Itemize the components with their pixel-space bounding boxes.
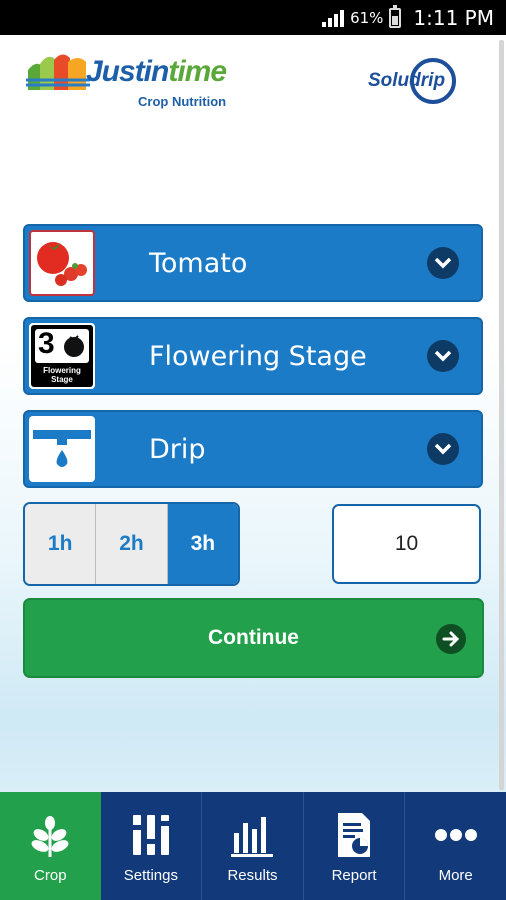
- chevron-down-icon: [427, 433, 459, 465]
- continue-button[interactable]: Continue: [23, 598, 484, 678]
- continue-label: Continue: [208, 626, 299, 649]
- chevron-down-icon: [427, 247, 459, 279]
- crop-label: Tomato: [149, 247, 248, 279]
- bar-chart-icon: [231, 817, 274, 857]
- tab-label: More: [438, 867, 473, 884]
- report-icon: [338, 813, 371, 857]
- duration-segmented-control[interactable]: 1h 2h 3h: [23, 502, 240, 586]
- more-icon: [434, 829, 477, 841]
- irrigation-label: Drip: [149, 433, 206, 465]
- tab-settings[interactable]: Settings: [101, 792, 203, 900]
- stage-label: Flowering Stage: [149, 340, 367, 372]
- tab-results[interactable]: Results: [202, 792, 304, 900]
- duration-option-1h[interactable]: 1h: [25, 504, 97, 584]
- soludrip-logo: Soludrip: [366, 58, 476, 108]
- stage-selector[interactable]: 3 Flowering Stage Flowering Stage: [23, 317, 483, 395]
- soludrip-wordmark: Soludrip: [368, 70, 446, 91]
- arrow-right-icon: [436, 624, 466, 654]
- tab-crop[interactable]: Crop: [0, 792, 101, 900]
- battery-icon: [389, 4, 402, 28]
- logo-subtitle: Crop Nutrition: [138, 94, 227, 109]
- logo-wordmark: Justintime: [86, 55, 227, 88]
- crop-selector[interactable]: Tomato: [23, 224, 483, 302]
- signal-icon: [322, 9, 345, 27]
- drip-icon: [29, 416, 95, 482]
- chevron-down-icon: [427, 340, 459, 372]
- leaf-icon: [31, 816, 69, 857]
- duration-option-3h[interactable]: 3h: [167, 504, 238, 584]
- sliders-icon: [129, 815, 172, 855]
- justintime-logo: Justintime Crop Nutrition: [26, 50, 256, 112]
- irrigation-selector[interactable]: Drip: [23, 410, 483, 488]
- scrollbar[interactable]: [499, 40, 504, 790]
- duration-option-2h[interactable]: 2h: [96, 504, 168, 584]
- tab-more[interactable]: More: [405, 792, 506, 900]
- amount-input[interactable]: [332, 504, 481, 584]
- tab-label: Report: [331, 867, 377, 884]
- tab-report[interactable]: Report: [304, 792, 406, 900]
- clock: 1:11 PM: [413, 5, 494, 30]
- tab-label: Results: [227, 867, 278, 884]
- tab-label: Crop: [34, 867, 67, 884]
- bottom-tab-bar: Crop Settings Results Report More: [0, 792, 506, 900]
- flowering-stage-icon: 3 Flowering Stage: [29, 323, 95, 389]
- status-bar: 61% 1:11 PM: [0, 0, 506, 35]
- tab-label: Settings: [123, 867, 178, 884]
- crop-fields-logo-icon: [26, 54, 90, 90]
- tomato-icon: [29, 230, 95, 296]
- battery-percent: 61%: [350, 8, 384, 27]
